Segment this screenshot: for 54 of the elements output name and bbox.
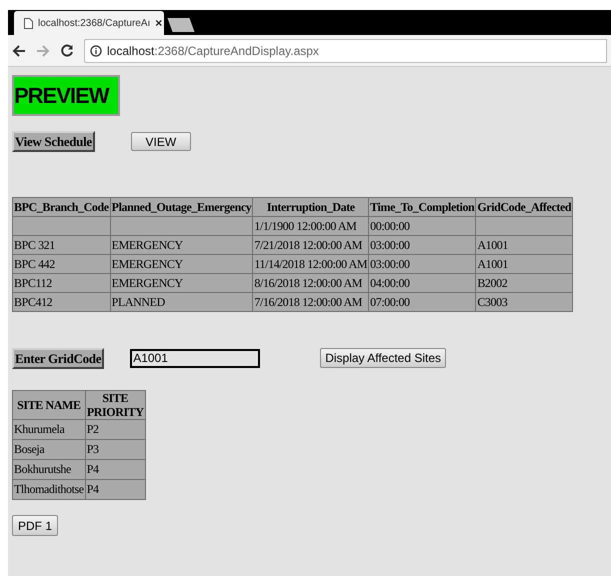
column-header: SITE NAME <box>12 390 86 420</box>
reload-icon[interactable] <box>60 44 74 58</box>
info-icon <box>90 44 102 56</box>
page-icon <box>24 18 33 28</box>
column-header: SITE PRIORITY <box>85 390 146 420</box>
view-schedule-label: View Schedule <box>12 130 95 152</box>
table-cell: P2 <box>85 420 146 440</box>
table-cell: 04:00:00 <box>368 274 476 292</box>
table-cell: P3 <box>85 440 146 460</box>
table-cell: BPC 321 <box>12 236 110 254</box>
column-header: Time_To_Completion <box>368 198 476 216</box>
enter-gridcode-label: Enter GridCode <box>12 348 104 368</box>
column-header: GridCode_Affected <box>476 198 573 216</box>
table-cell: 07:00:00 <box>368 292 476 312</box>
table-cell: BPC112 <box>12 274 110 292</box>
table-cell: A1001 <box>476 254 573 274</box>
table-cell: 00:00:00 <box>368 216 476 236</box>
browser-tab[interactable]: localhost:2368/CaptureAı × <box>14 11 164 35</box>
table-cell: C3003 <box>476 292 573 312</box>
close-icon[interactable]: × <box>155 14 162 32</box>
table-cell: 11/14/2018 12:00:00 AM <box>252 254 369 274</box>
table-cell: BPC412 <box>12 292 110 312</box>
table-cell: P4 <box>85 460 146 480</box>
preview-banner: PREVIEW <box>12 75 120 116</box>
tab-title: localhost:2368/CaptureAı <box>38 16 150 30</box>
table-cell: A1001 <box>476 236 573 254</box>
table-cell: EMERGENCY <box>110 254 253 274</box>
display-affected-sites-button[interactable]: Display Affected Sites <box>320 348 446 368</box>
table-cell: BPC 442 <box>12 254 110 274</box>
address-text: localhost:2368/CaptureAndDisplay.aspx <box>107 42 319 60</box>
table-cell: Khurumela <box>12 420 86 440</box>
gridcode-input-field[interactable]: A1001 <box>130 348 260 368</box>
table-cell: 7/16/2018 12:00:00 AM <box>252 292 369 312</box>
new-tab-button[interactable] <box>167 18 195 32</box>
pdf-button[interactable]: PDF 1 <box>12 515 58 536</box>
column-header: Interruption_Date <box>252 198 369 216</box>
table-cell: 1/1/1900 12:00:00 AM <box>252 216 369 236</box>
address-bar[interactable]: localhost:2368/CaptureAndDisplay.aspx <box>84 38 607 62</box>
table-cell: PLANNED <box>110 292 253 312</box>
back-icon[interactable] <box>12 44 26 58</box>
column-header: BPC_Branch_Code <box>12 198 110 216</box>
table-cell: Boseja <box>12 440 86 460</box>
table-cell: 7/21/2018 12:00:00 AM <box>252 236 369 254</box>
column-header: Planned_Outage_Emergency <box>110 198 253 216</box>
table-cell: EMERGENCY <box>110 274 253 292</box>
table-cell: 8/16/2018 12:00:00 AM <box>252 274 369 292</box>
view-button[interactable]: VIEW <box>130 132 191 150</box>
table-cell: EMERGENCY <box>110 236 253 254</box>
table-cell: Bokhurutshe <box>12 460 86 480</box>
table-cell: 03:00:00 <box>368 236 476 254</box>
table-cell: B2002 <box>476 274 573 292</box>
table-cell: 03:00:00 <box>368 254 476 274</box>
table-cell: P4 <box>85 480 146 500</box>
table-cell: Tlhomadithotse <box>12 480 86 500</box>
